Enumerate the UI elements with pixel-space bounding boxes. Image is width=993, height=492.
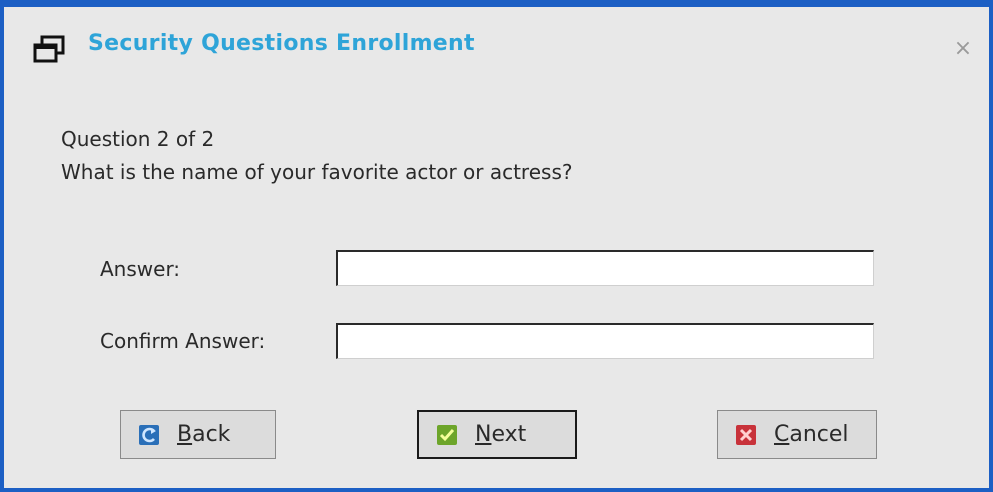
cancel-button[interactable]: Cancel: [717, 410, 877, 459]
window-icon: [33, 35, 65, 63]
confirm-answer-label: Confirm Answer:: [100, 329, 266, 353]
next-button-label: Next: [475, 422, 527, 447]
dialog-window: Security Questions Enrollment × Question…: [0, 0, 993, 492]
confirm-answer-field[interactable]: [336, 323, 874, 359]
title-bar: Security Questions Enrollment ×: [4, 7, 989, 83]
back-icon: [139, 424, 159, 445]
cancel-button-label: Cancel: [774, 422, 849, 447]
answer-field[interactable]: [336, 250, 874, 286]
question-progress: Question 2 of 2: [61, 127, 215, 151]
close-icon[interactable]: ×: [951, 37, 975, 61]
back-button-label: Back: [177, 422, 231, 447]
cancel-icon: [736, 424, 756, 445]
back-button[interactable]: Back: [120, 410, 276, 459]
question-text: What is the name of your favorite actor …: [61, 160, 573, 184]
dialog-title: Security Questions Enrollment: [88, 31, 475, 56]
next-button[interactable]: Next: [417, 410, 577, 459]
check-icon: [437, 424, 457, 445]
answer-label: Answer:: [100, 257, 181, 281]
